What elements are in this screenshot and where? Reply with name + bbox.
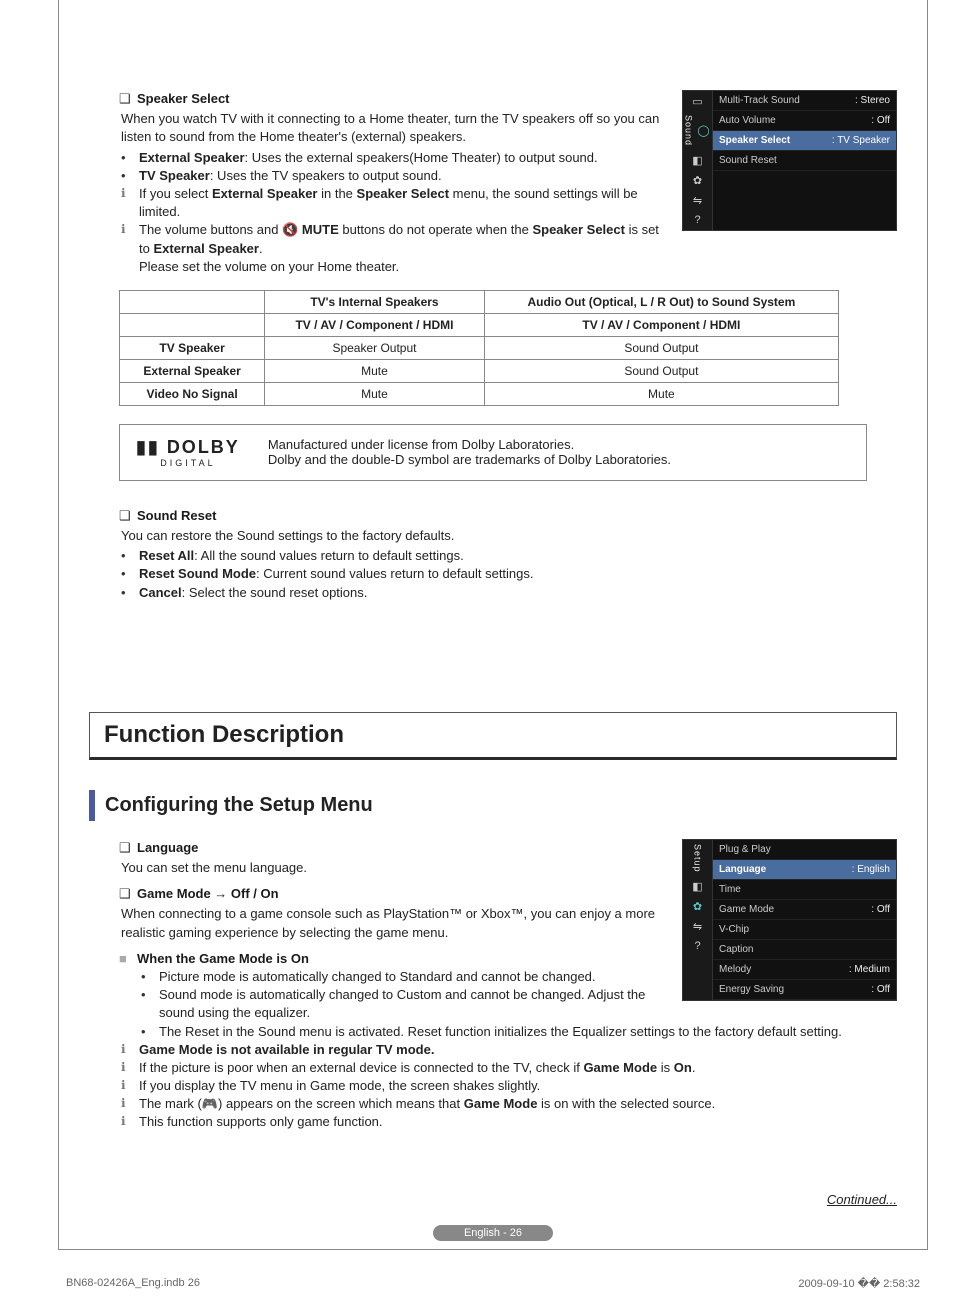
th-internal: TV's Internal Speakers: [265, 290, 485, 313]
support-icon: ?: [690, 214, 706, 226]
osd-setup-label: Setup: [693, 844, 703, 873]
section-sound-reset: ❑ Sound Reset: [119, 507, 897, 525]
osd-sound-label: Sound: [684, 115, 694, 146]
channel-icon: ◧: [690, 880, 706, 892]
note-external-speaker-limit: ℹ If you select External Speaker in the …: [121, 185, 670, 221]
setup-icon: ✿: [690, 900, 706, 912]
table-row: External SpeakerMuteSound Output: [120, 359, 839, 382]
language-title: Language: [137, 839, 198, 857]
bullet-tv-speaker: • TV Speaker: Uses the TV speakers to ou…: [121, 167, 670, 185]
bullet-external-speaker: • External Speaker: Uses the external sp…: [121, 149, 670, 167]
osd-row-vchip: V-Chip: [713, 920, 896, 940]
speaker-select-title: Speaker Select: [137, 90, 230, 108]
dolby-logo: ▮▮ DOLBY DIGITAL: [136, 437, 240, 468]
footer-left: BN68-02426A_Eng.indb 26: [66, 1277, 200, 1290]
channel-icon: ◧: [690, 154, 706, 166]
osd-row-game-mode: Game Mode: Off: [713, 900, 896, 920]
speaker-select-desc: When you watch TV with it connecting to …: [121, 110, 670, 146]
bullet-reset-all: •Reset All: All the sound values return …: [121, 547, 897, 565]
bullet-reset-sound-mode: •Reset Sound Mode: Current sound values …: [121, 565, 897, 583]
configuring-setup-header: Configuring the Setup Menu: [89, 790, 897, 821]
section-language: ❑ Language: [119, 839, 670, 857]
section-speaker-select: ❑ Speaker Select: [119, 90, 670, 108]
dolby-line1: Manufactured under license from Dolby La…: [268, 437, 671, 452]
osd-row-sound-reset: Sound Reset: [713, 151, 896, 171]
osd-row-multitrack: Multi-Track Sound: Stereo: [713, 91, 896, 111]
osd-row-language: Language: English: [713, 860, 896, 880]
footer-right: 2009-09-10 �� 2:58:32: [798, 1277, 920, 1290]
sound-output-table: TV's Internal Speakers Audio Out (Optica…: [119, 290, 839, 406]
support-icon: ?: [690, 940, 706, 952]
game-on-bullet: •The Reset in the Sound menu is activate…: [141, 1023, 897, 1041]
game-on-title: When the Game Mode is On: [137, 950, 309, 968]
osd-row-caption: Caption: [713, 940, 896, 960]
continued-indicator: Continued...: [89, 1192, 897, 1207]
page-number-badge: English - 26: [433, 1225, 553, 1241]
game-controller-icon: 🎮: [202, 1096, 218, 1111]
section-game-on: ■ When the Game Mode is On: [119, 950, 670, 968]
th-blank: [120, 290, 265, 313]
osd-row-melody: Melody: Medium: [713, 960, 896, 980]
note-screen-shakes: ℹIf you display the TV menu in Game mode…: [121, 1077, 897, 1095]
section-game-mode: ❑ Game Mode → Off / On: [119, 885, 670, 903]
table-row: Video No SignalMuteMute: [120, 382, 839, 405]
mute-icon: 🔇: [282, 222, 298, 237]
dolby-notice-box: ▮▮ DOLBY DIGITAL Manufactured under lice…: [119, 424, 867, 481]
game-on-bullet: •Sound mode is automatically changed to …: [141, 986, 670, 1022]
sound-reset-title: Sound Reset: [137, 507, 216, 525]
osd-row-autovolume: Auto Volume: Off: [713, 111, 896, 131]
picture-icon: ▭: [690, 95, 706, 107]
note-picture-poor: ℹIf the picture is poor when an external…: [121, 1059, 897, 1077]
language-desc: You can set the menu language.: [121, 859, 670, 877]
input-icon: ⇋: [690, 920, 706, 932]
table-row: TV SpeakerSpeaker OutputSound Output: [120, 336, 839, 359]
note-mute-buttons: ℹ The volume buttons and 🔇 MUTE buttons …: [121, 221, 670, 276]
note-mark-icon: ℹThe mark (🎮) appears on the screen whic…: [121, 1095, 897, 1113]
osd-row-plug-play: Plug & Play: [713, 840, 896, 860]
game-mode-desc: When connecting to a game console such a…: [121, 905, 670, 941]
th-sources-1: TV / AV / Component / HDMI: [265, 313, 485, 336]
th-audio-out: Audio Out (Optical, L / R Out) to Sound …: [484, 290, 838, 313]
osd-sound-menu: ▭ Sound ◯ ◧ ✿ ⇋ ? Multi-Track Sound: Ste…: [682, 90, 897, 231]
page-footer: BN68-02426A_Eng.indb 26 2009-09-10 �� 2:…: [58, 1277, 928, 1290]
osd-setup-menu: Setup ◧ ✿ ⇋ ? Plug & Play Language: Engl…: [682, 839, 897, 1001]
osd-row-time: Time: [713, 880, 896, 900]
input-icon: ⇋: [690, 194, 706, 206]
game-on-bullet: •Picture mode is automatically changed t…: [141, 968, 670, 986]
osd-row-speaker-select: Speaker Select: TV Speaker: [713, 131, 896, 151]
setup-icon: ✿: [690, 174, 706, 186]
sound-reset-desc: You can restore the Sound settings to th…: [121, 527, 897, 545]
note-game-mode-not-available: ℹGame Mode is not available in regular T…: [121, 1041, 897, 1059]
osd-row-energy-saving: Energy Saving: Off: [713, 980, 896, 1000]
function-description-header: Function Description: [89, 712, 897, 760]
dolby-line2: Dolby and the double-D symbol are tradem…: [268, 452, 671, 467]
sound-icon: ◯: [696, 125, 712, 137]
note-supports-game: ℹThis function supports only game functi…: [121, 1113, 897, 1131]
th-sources-2: TV / AV / Component / HDMI: [484, 313, 838, 336]
game-mode-title: Game Mode → Off / On: [137, 885, 279, 903]
bullet-cancel: •Cancel: Select the sound reset options.: [121, 584, 897, 602]
